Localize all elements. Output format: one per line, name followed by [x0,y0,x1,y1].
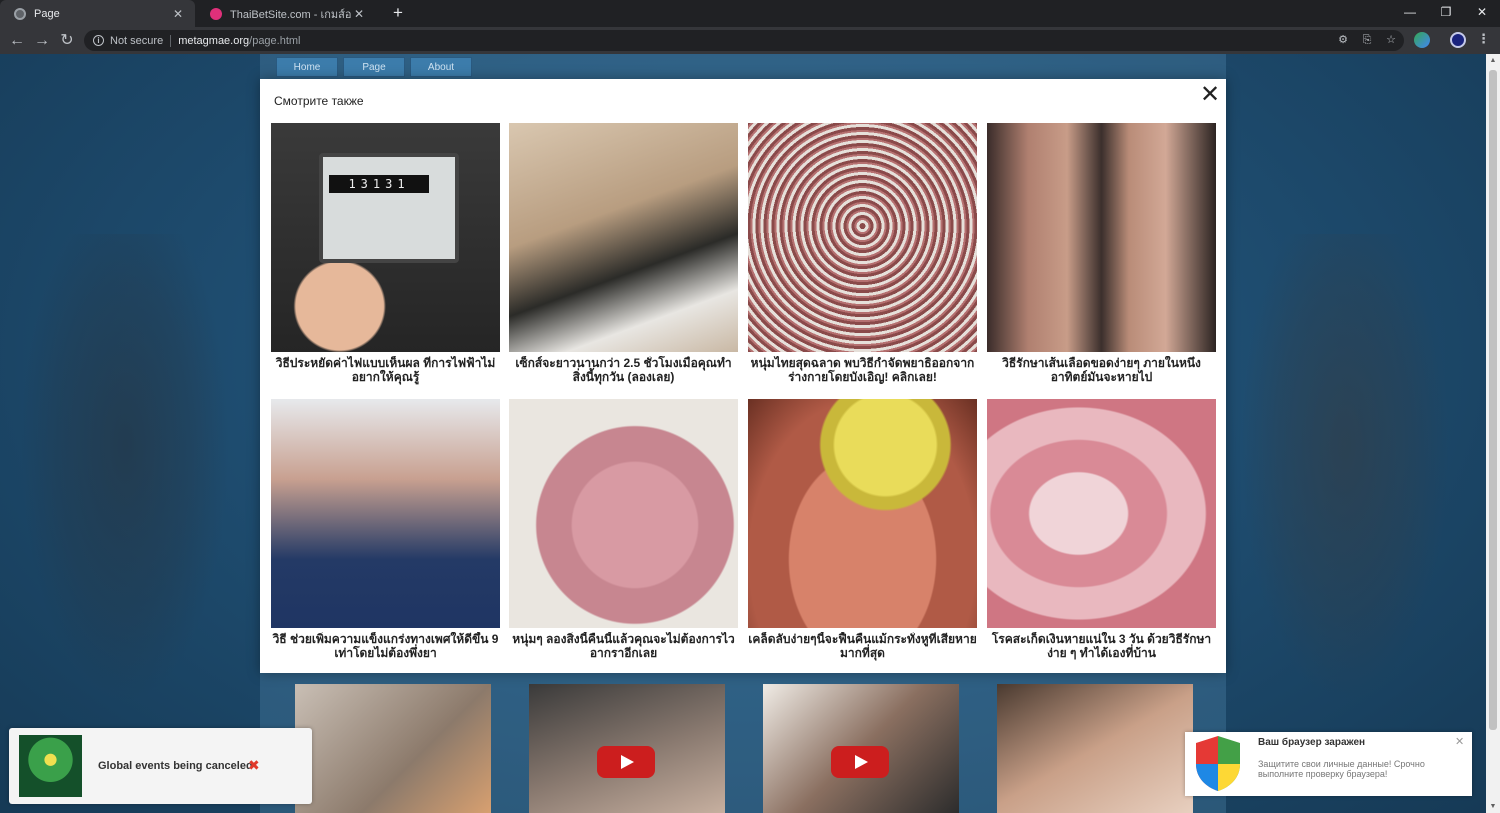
video-thumbnail[interactable] [529,684,725,813]
shield-icon [1196,736,1240,791]
url-host: metagmae.org [178,34,250,47]
nav-page[interactable]: Page [343,57,405,77]
news-toast-text: Global events being canceled [98,760,253,772]
ad-card-image [271,399,500,628]
scrollbar-thumb[interactable] [1489,70,1497,730]
restore-icon[interactable]: ❐ [1428,0,1464,27]
alert-title: Ваш браузер заражен [1258,737,1366,748]
ad-card[interactable]: หนุ่มไทยสุดฉลาด พบวิธีกำจัดพยาธิออกจากร่… [748,123,977,386]
recommendations-modal: Смотрите также ✕ 13131 วิธีประหยัดค่าไฟแ… [260,79,1226,673]
ad-card[interactable]: วิธีรักษาเส้นเลือดขอดง่ายๆ ภายในหนึ่งอาท… [987,123,1216,386]
tab-page[interactable]: Page ✕ [0,0,195,27]
tab-title: ThaiBetSite.com - เกมส์ออนไลน์คาสิ [230,8,352,21]
star-icon[interactable]: ☆ [1384,33,1398,47]
ad-card-caption: เซ็กส์จะยาวนานกว่า 2.5 ชั่วโมงเมื่อคุณทำ… [515,356,732,384]
video-thumbnail[interactable] [295,684,491,813]
close-window-icon[interactable]: ✕ [1464,0,1500,27]
ad-card[interactable]: โรคสะเก็ดเงินหายแน่ใน 3 วัน ด้วยวิธีรักษ… [987,399,1216,662]
tab-strip: Page ✕ ThaiBetSite.com - เกมส์ออนไลน์คาส… [0,0,1500,27]
ad-card-image [509,399,738,628]
video-thumbnail[interactable] [763,684,959,813]
ad-card[interactable]: วิธี ช่วยเพิ่มความแข็งแกร่งทางเพศให้ดีขึ… [271,399,500,662]
divider [170,34,172,47]
scroll-up-icon[interactable]: ▲ [1489,57,1497,64]
ad-card-image [987,399,1216,628]
modal-title: Смотрите также [274,94,364,108]
ad-card-image [987,123,1216,352]
ad-card-caption: วิธี ช่วยเพิ่มความแข็งแกร่งทางเพศให้ดีขึ… [272,632,499,660]
ad-card-image: 13131 [271,123,500,352]
play-icon[interactable] [597,746,655,778]
ad-card-caption: วิธีประหยัดค่าไฟแบบเห็นผล ที่การไฟฟ้าไม่… [275,356,496,384]
profile-avatar-icon[interactable] [1450,32,1466,48]
alert-body: Защитите свои личные данные! Срочно выпо… [1258,759,1425,779]
close-icon[interactable]: ✕ [1455,735,1464,748]
close-x-icon[interactable]: ✖ [248,757,260,774]
news-toast[interactable]: Global events being canceled ✖ [9,728,312,804]
meter-digits: 13131 [329,175,429,193]
url-path: /page.html [249,34,301,47]
security-label: Not secure [110,34,164,47]
news-toast-image [19,735,82,797]
new-tab-icon[interactable]: + [388,3,408,23]
site-favicon-icon [210,7,222,20]
video-thumbnail[interactable] [997,684,1193,813]
scroll-down-icon[interactable]: ▼ [1489,803,1497,810]
ad-card-caption: วิธีรักษาเส้นเลือดขอดง่ายๆ ภายในหนึ่งอาท… [1002,356,1201,384]
address-bar[interactable]: i Not secure metagmae.org/page.html ⚙ ⎘ … [84,30,1404,51]
ad-card-caption: หนุ่มๆ ลองสิ่งนี้คืนนี้แล้วคุณจะไม่ต้องก… [512,632,735,660]
ad-card-image [509,123,738,352]
vertical-scrollbar[interactable]: ▲ ▼ [1486,54,1500,813]
kebab-menu-icon[interactable]: ⋮ [1477,31,1490,47]
game-character-art-left [20,234,230,704]
tab-close-icon[interactable]: ✕ [171,7,185,21]
tab-thaibetsite[interactable]: ThaiBetSite.com - เกมส์ออนไลน์คาสิ ✕ [196,0,376,27]
tab-close-icon[interactable]: ✕ [352,7,366,21]
ad-card-caption: โรคสะเก็ดเงินหายแน่ใน 3 วัน ด้วยวิธีรักษ… [991,632,1212,660]
back-arrow-icon[interactable]: ← [6,30,28,52]
ad-card[interactable]: เซ็กส์จะยาวนานกว่า 2.5 ชั่วโมงเมื่อคุณทำ… [509,123,738,386]
close-icon[interactable]: ✕ [1200,83,1220,107]
site-nav: Home Page About [276,57,472,77]
ad-card-caption: หนุ่มไทยสุดฉลาด พบวิธีกำจัดพยาธิออกจากร่… [750,356,975,384]
ad-card-caption: เคล็ดลับง่ายๆนี้จะฟื้นคืนแม้กระทั่งหูที่… [748,632,977,660]
ad-card[interactable]: หนุ่มๆ ลองสิ่งนี้คืนนี้แล้วคุณจะไม่ต้องก… [509,399,738,662]
reload-icon[interactable]: ↻ [56,30,78,52]
globe-icon [14,7,26,20]
omnibox-actions: ⚙ ⎘ ☆ [1336,33,1398,47]
info-icon[interactable]: i [93,35,104,46]
play-icon[interactable] [831,746,889,778]
tab-title: Page [34,7,60,20]
browser-toolbar: ← → ↻ i Not secure metagmae.org/page.htm… [0,27,1500,54]
extension-icon[interactable] [1414,32,1430,48]
ad-card-image [748,123,977,352]
ad-card-image [748,399,977,628]
minimize-icon[interactable]: — [1392,0,1428,27]
forward-arrow-icon[interactable]: → [31,30,53,52]
ad-card[interactable]: เคล็ดลับง่ายๆนี้จะฟื้นคืนแม้กระทั่งหูที่… [748,399,977,662]
nav-home[interactable]: Home [276,57,338,77]
ad-card[interactable]: 13131 วิธีประหยัดค่าไฟแบบเห็นผล ที่การไฟ… [271,123,500,386]
game-character-art-right [1240,234,1450,704]
browser-infected-alert[interactable]: Ваш браузер заражен Защитите свои личные… [1185,732,1472,796]
translate-icon[interactable]: ⎘ [1360,33,1374,47]
nav-about[interactable]: About [410,57,472,77]
site-settings-icon[interactable]: ⚙ [1336,33,1350,47]
video-thumbnail-row [295,684,1193,813]
meter-face [319,153,459,263]
